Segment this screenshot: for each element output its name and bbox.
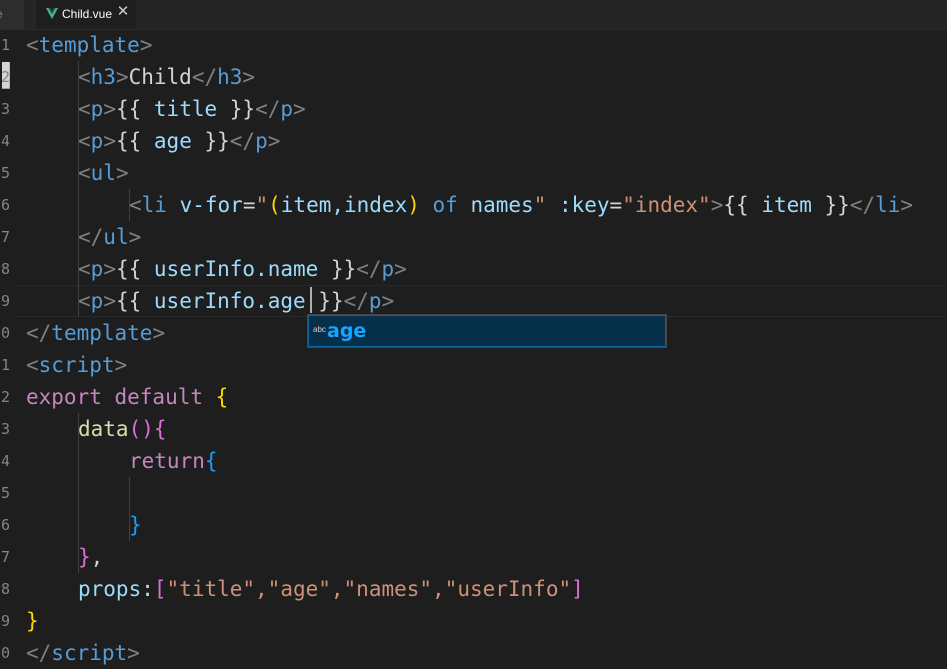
line-number: 9 — [0, 292, 10, 310]
tab-previous[interactable]: e — [0, 0, 24, 29]
vue-icon — [46, 8, 58, 19]
line-number: 2 — [0, 68, 10, 86]
suggestion-label: age — [327, 320, 367, 342]
autocomplete-popup[interactable]: abc age — [307, 314, 667, 348]
text-suggestion-icon: abc — [313, 325, 326, 334]
code-line: return{ — [129, 449, 218, 473]
code-line: <li v-for="(item,index) of names" :key="… — [129, 193, 914, 217]
code-line: props:["title","age","names","userInfo"] — [78, 577, 584, 601]
code-line: data(){ — [78, 417, 167, 441]
line-number: 0 — [0, 324, 10, 342]
code-line: <ul> — [78, 161, 129, 185]
line-number: 8 — [0, 260, 10, 278]
line-number: 7 — [0, 228, 10, 246]
code-line: <template> — [26, 33, 153, 57]
line-number: 5 — [0, 164, 10, 182]
line-number: 6 — [0, 196, 10, 214]
tab-label: Child.vue — [62, 7, 113, 21]
editor-tab-bar: e Child.vue ✕ — [0, 0, 947, 30]
line-number: 1 — [0, 36, 10, 54]
code-line: </ul> — [78, 225, 142, 249]
line-number-gutter: ▌ 1 2 3 4 5 6 7 8 9 0 1 2 3 4 5 6 7 8 9 … — [0, 29, 18, 664]
code-line: <script> — [26, 353, 128, 377]
line-number: 8 — [0, 580, 10, 598]
code-line: </template> — [26, 321, 166, 345]
line-number: 6 — [0, 516, 10, 534]
line-number: 9 — [0, 612, 10, 630]
code-line: <p>{{ userInfo.name }}</p> — [78, 257, 407, 281]
code-line: } — [129, 513, 142, 537]
line-number: 1 — [0, 356, 10, 374]
suggestion-item-age[interactable]: abc age — [308, 315, 666, 347]
line-number: 3 — [0, 100, 10, 118]
tab-child-vue[interactable]: Child.vue ✕ — [36, 0, 136, 29]
code-line: } — [26, 609, 39, 633]
tab-previous-label: e — [0, 7, 3, 21]
line-number: 2 — [0, 388, 10, 406]
line-number: 7 — [0, 548, 10, 566]
line-number: 3 — [0, 420, 10, 438]
code-line: <h3>Child</h3> — [78, 65, 256, 89]
code-line-current: <p>{{ userInfo.age }}</p> — [78, 289, 395, 313]
code-line: }, — [78, 545, 104, 569]
text-cursor — [310, 287, 312, 313]
code-line: <p>{{ age }}</p> — [78, 129, 281, 153]
code-line: </script> — [26, 641, 140, 665]
code-line: export default { — [26, 385, 229, 409]
line-number: 4 — [0, 452, 10, 470]
line-number: 0 — [0, 644, 10, 662]
line-number: 4 — [0, 132, 10, 150]
line-number: 5 — [0, 484, 10, 502]
code-line: <p>{{ title }}</p> — [78, 97, 306, 121]
close-icon[interactable]: ✕ — [116, 4, 130, 19]
